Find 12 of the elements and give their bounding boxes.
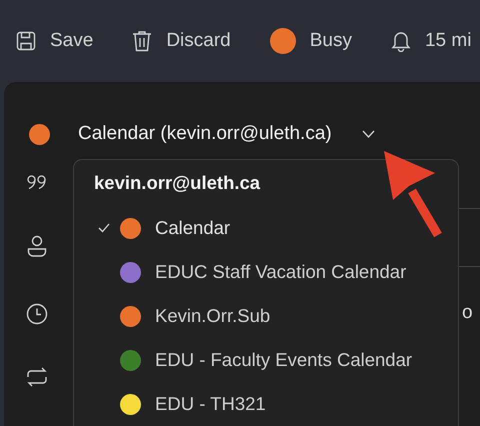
discard-button[interactable]: Discard (132, 30, 231, 52)
calendar-menu-item[interactable]: Kevin.Orr.Sub (74, 294, 270, 338)
calendar-dropdown[interactable]: Calendar (kevin.orr@uleth.ca) (78, 123, 375, 145)
calendar-menu-item[interactable]: EDUC Staff Vacation Calendar (74, 250, 406, 294)
calendar-menu-item[interactable]: EDU - TH321 (74, 382, 266, 426)
status-button[interactable]: Busy (270, 28, 352, 54)
field-text: o (462, 302, 473, 324)
reminder-button[interactable]: 15 mi (390, 30, 472, 52)
calendar-menu-item[interactable]: EDU - Faculty Events Calendar (74, 338, 412, 382)
account-heading: kevin.orr@uleth.ca (94, 172, 260, 195)
calendar-menu-item[interactable]: Calendar (74, 206, 230, 250)
save-button[interactable]: Save (16, 30, 94, 52)
